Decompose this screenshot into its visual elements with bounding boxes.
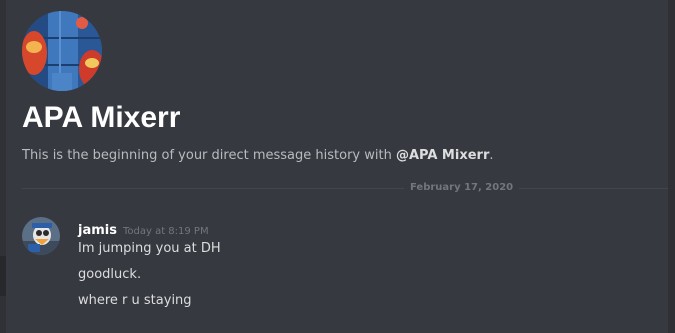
date-divider-label: February 17, 2020 xyxy=(404,180,520,196)
message-text: goodluck. xyxy=(78,267,142,282)
server-sidebar-edge xyxy=(0,0,6,333)
sidebar-edge-notch xyxy=(0,256,6,296)
dm-title: APA Mixerr xyxy=(22,101,181,134)
dm-intro-prefix: This is the beginning of your direct mes… xyxy=(22,148,396,163)
dm-intro-mention[interactable]: @APA Mixerr xyxy=(396,148,489,163)
dm-intro-text: This is the beginning of your direct mes… xyxy=(22,146,494,166)
message-author-name[interactable]: jamis xyxy=(78,223,117,238)
chat-scrollbar-track[interactable] xyxy=(668,0,675,333)
message-author-avatar[interactable] xyxy=(22,217,60,255)
date-divider: February 17, 2020 xyxy=(22,180,675,196)
user-avatar-image xyxy=(22,217,60,255)
message-timestamp[interactable]: Today at 8:19 PM xyxy=(123,226,209,237)
profile-avatar-image xyxy=(22,11,102,91)
dm-profile-avatar[interactable] xyxy=(22,11,102,91)
date-divider-line xyxy=(22,188,675,189)
dm-intro-suffix: . xyxy=(489,148,494,163)
message-text: where r u staying xyxy=(78,293,192,308)
message-header: jamis Today at 8:19 PM xyxy=(78,220,209,241)
message-text: Im jumping you at DH xyxy=(78,241,221,256)
